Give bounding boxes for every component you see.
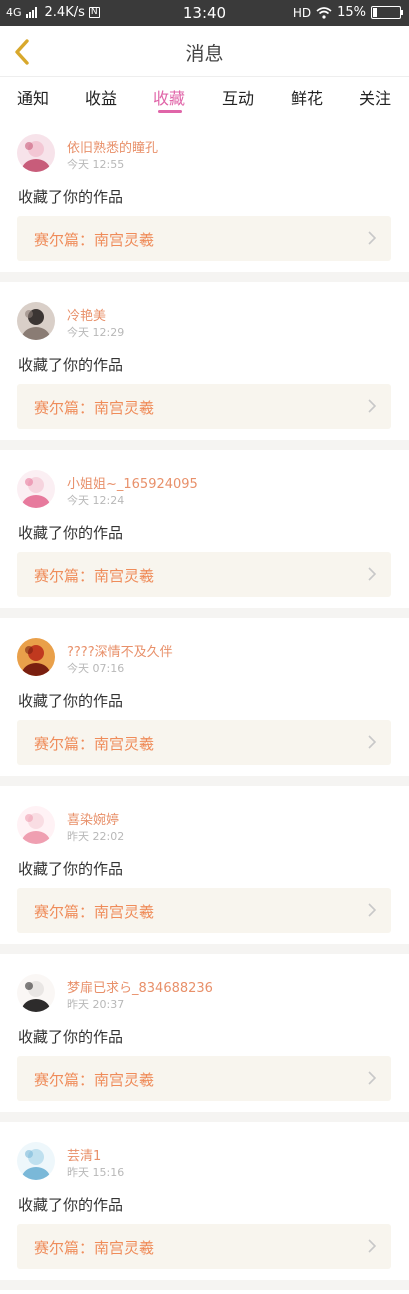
username[interactable]: 芸清1 [67, 1145, 101, 1164]
divider [0, 776, 409, 786]
work-title: 赛尔篇：南宫灵羲 [34, 1239, 155, 1257]
username[interactable]: 喜染婉婷 [67, 809, 119, 828]
timestamp: 今天 12:29 [67, 326, 125, 339]
username[interactable]: 小姐姐~_165924095 [67, 473, 198, 492]
username[interactable]: 梦扉已求ら_834688236 [67, 977, 213, 996]
work-link[interactable]: 赛尔篇：南宫灵羲 [17, 1224, 391, 1269]
tab-notice[interactable]: 通知 [17, 85, 49, 109]
work-title: 赛尔篇：南宫灵羲 [34, 735, 155, 753]
work-title: 赛尔篇：南宫灵羲 [34, 903, 155, 921]
avatar[interactable] [17, 974, 55, 1012]
action-text: 收藏了你的作品 [18, 1196, 124, 1214]
action-text: 收藏了你的作品 [18, 1028, 124, 1046]
timestamp: 今天 12:55 [67, 158, 125, 171]
tab-follow[interactable]: 关注 [359, 85, 391, 109]
list-item: 冷艳美 今天 12:29 收藏了你的作品 赛尔篇：南宫灵羲 [0, 286, 409, 454]
chevron-right-icon [368, 903, 377, 917]
status-bar: 4G 2.4K/s N 13:40 HD 15% [0, 0, 409, 26]
divider [0, 440, 409, 450]
battery-icon [371, 6, 403, 19]
timestamp: 今天 07:16 [67, 662, 125, 675]
work-link[interactable]: 赛尔篇：南宫灵羲 [17, 216, 391, 261]
active-tab-indicator [158, 110, 182, 113]
action-text: 收藏了你的作品 [18, 356, 124, 374]
hd-indicator: HD [292, 5, 312, 20]
list-item: 小姐姐~_165924095 今天 12:24 收藏了你的作品 赛尔篇：南宫灵羲 [0, 454, 409, 622]
username[interactable]: 冷艳美 [67, 305, 106, 324]
timestamp: 昨天 22:02 [67, 830, 125, 843]
action-text: 收藏了你的作品 [18, 692, 124, 710]
divider [0, 608, 409, 618]
work-title: 赛尔篇：南宫灵羲 [34, 1071, 155, 1089]
action-text: 收藏了你的作品 [18, 188, 124, 206]
chevron-right-icon [368, 1239, 377, 1253]
timestamp: 今天 12:24 [67, 494, 125, 507]
divider [0, 1112, 409, 1122]
work-title: 赛尔篇：南宫灵羲 [34, 567, 155, 585]
list-item: ????深情不及久伴 今天 07:16 收藏了你的作品 赛尔篇：南宫灵羲 [0, 622, 409, 790]
divider [0, 1280, 409, 1290]
chevron-right-icon [368, 399, 377, 413]
username[interactable]: 依旧熟悉的瞳孔 [67, 137, 158, 156]
timestamp: 昨天 15:16 [67, 1166, 125, 1179]
action-text: 收藏了你的作品 [18, 524, 124, 542]
work-title: 赛尔篇：南宫灵羲 [34, 231, 155, 249]
tab-interactions[interactable]: 互动 [222, 85, 254, 109]
avatar[interactable] [17, 470, 55, 508]
avatar[interactable] [17, 1142, 55, 1180]
tab-earnings[interactable]: 收益 [85, 85, 117, 109]
avatar[interactable] [17, 806, 55, 844]
favorites-list: 依旧熟悉的瞳孔 今天 12:55 收藏了你的作品 赛尔篇：南宫灵羲 冷艳美 今天… [0, 118, 409, 1294]
chevron-right-icon [368, 1071, 377, 1085]
divider [0, 944, 409, 954]
work-title: 赛尔篇：南宫灵羲 [34, 399, 155, 417]
battery-percent: 15% [337, 5, 366, 20]
username[interactable]: ????深情不及久伴 [67, 641, 173, 660]
avatar[interactable] [17, 302, 55, 340]
action-text: 收藏了你的作品 [18, 860, 124, 878]
work-link[interactable]: 赛尔篇：南宫灵羲 [17, 720, 391, 765]
wifi-icon [316, 6, 332, 19]
page-title: 消息 [185, 43, 224, 65]
tab-favorites[interactable]: 收藏 [153, 85, 185, 109]
avatar[interactable] [17, 638, 55, 676]
tab-flowers[interactable]: 鲜花 [291, 85, 323, 109]
list-item: 喜染婉婷 昨天 22:02 收藏了你的作品 赛尔篇：南宫灵羲 [0, 790, 409, 958]
list-item: 依旧熟悉的瞳孔 今天 12:55 收藏了你的作品 赛尔篇：南宫灵羲 [0, 118, 409, 286]
list-item: 梦扉已求ら_834688236 昨天 20:37 收藏了你的作品 赛尔篇：南宫灵… [0, 958, 409, 1126]
timestamp: 昨天 20:37 [67, 998, 125, 1011]
chevron-right-icon [368, 231, 377, 245]
tab-bar: 通知 收益 收藏 互动 鲜花 关注 [0, 77, 409, 117]
list-item: 芸清1 昨天 15:16 收藏了你的作品 赛尔篇：南宫灵羲 [0, 1126, 409, 1294]
nav-header: 消息 [0, 26, 409, 77]
work-link[interactable]: 赛尔篇：南宫灵羲 [17, 1056, 391, 1101]
chevron-right-icon [368, 735, 377, 749]
avatar[interactable] [17, 134, 55, 172]
divider [0, 272, 409, 282]
work-link[interactable]: 赛尔篇：南宫灵羲 [17, 384, 391, 429]
work-link[interactable]: 赛尔篇：南宫灵羲 [17, 888, 391, 933]
chevron-right-icon [368, 567, 377, 581]
work-link[interactable]: 赛尔篇：南宫灵羲 [17, 552, 391, 597]
